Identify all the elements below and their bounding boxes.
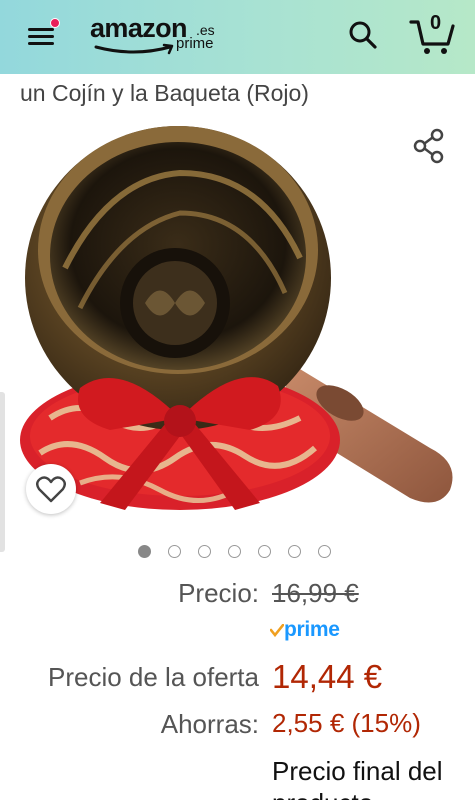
carousel-dot[interactable] [198,545,211,558]
list-price-label: Precio: [178,578,259,608]
cart-count: 0 [430,12,442,34]
product-image[interactable] [10,118,465,528]
amazon-prime-logo[interactable]: amazon .es prime [90,13,220,59]
carousel-dot[interactable] [288,545,301,558]
carousel-dot[interactable] [138,545,151,558]
search-button[interactable] [346,18,380,52]
carousel-dot[interactable] [228,545,241,558]
wishlist-button[interactable] [26,464,76,514]
share-button[interactable] [410,126,450,166]
cart-button[interactable]: 0 [408,12,458,56]
savings-value: 2,55 € (15%) [272,708,421,738]
savings-label: Ahorras: [160,709,259,739]
prime-check-icon [270,624,284,638]
smile-arrow-icon [94,43,174,55]
list-price: 16,99 € [272,578,359,608]
image-carousel-dots [138,545,338,559]
search-icon [349,21,377,49]
menu-bar [28,42,54,45]
offer-price: 14,44 € [272,658,383,695]
carousel-dot[interactable] [168,545,181,558]
prime-badge-text: prime [284,618,340,641]
offer-price-label: Precio de la oferta [47,662,259,692]
final-price-note: Precio final del producto [272,756,443,800]
carousel-dot[interactable] [318,545,331,558]
menu-bar [28,35,54,38]
menu-button[interactable] [24,18,64,54]
product-title: un Cojín y la Baqueta (Rojo) [20,80,309,106]
logo-prime: prime [176,35,214,52]
heart-icon [36,476,66,503]
logo-word: amazon [90,13,188,43]
scroll-edge [0,392,5,552]
share-icon [413,128,444,164]
menu-bar [28,28,54,31]
top-header: amazon .es prime 0 [0,0,475,74]
notification-dot [50,18,60,28]
carousel-dot[interactable] [258,545,271,558]
